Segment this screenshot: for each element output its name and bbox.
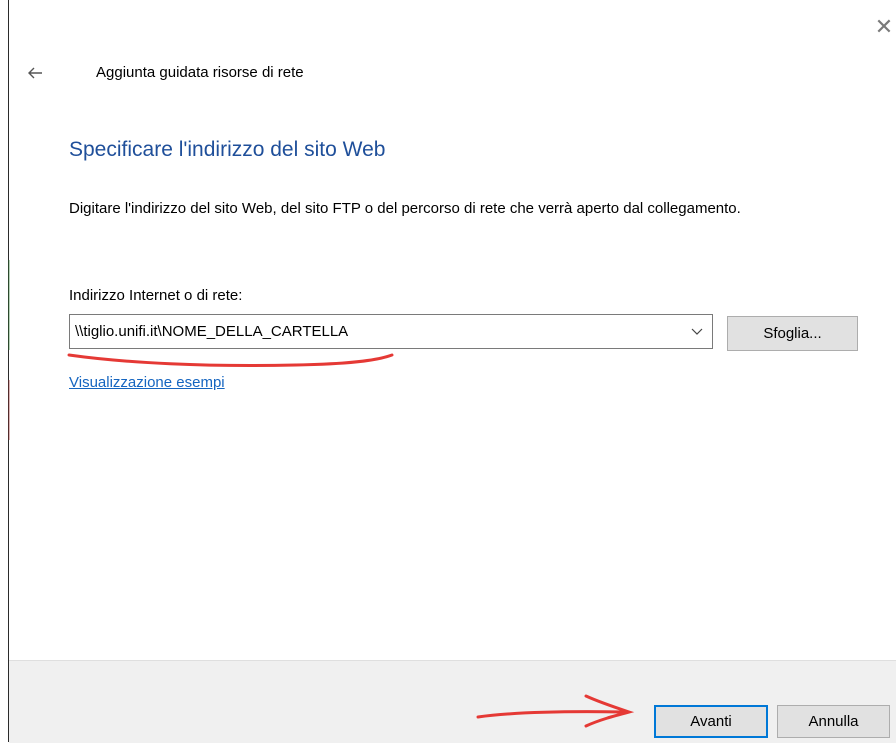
background-window-edge	[0, 0, 10, 742]
chevron-down-icon[interactable]	[682, 315, 712, 348]
address-field-label: Indirizzo Internet o di rete:	[69, 287, 243, 304]
address-input[interactable]: \\tiglio.unifi.it\NOME_DELLA_CARTELLA	[70, 323, 682, 340]
back-arrow-icon[interactable]	[25, 63, 45, 83]
page-description: Digitare l'indirizzo del sito Web, del s…	[69, 200, 741, 217]
close-icon[interactable]: ✕	[872, 15, 896, 39]
examples-link[interactable]: Visualizzazione esempi	[69, 374, 225, 391]
next-button[interactable]: Avanti	[654, 705, 768, 738]
address-combobox[interactable]: \\tiglio.unifi.it\NOME_DELLA_CARTELLA	[69, 314, 713, 349]
page-heading: Specificare l'indirizzo del sito Web	[69, 138, 386, 161]
red-underline-annotation	[67, 353, 394, 368]
red-arrow-annotation	[476, 694, 635, 728]
wizard-title: Aggiunta guidata risorse di rete	[96, 64, 304, 81]
browse-button[interactable]: Sfoglia...	[727, 316, 858, 351]
cancel-button[interactable]: Annulla	[777, 705, 890, 738]
